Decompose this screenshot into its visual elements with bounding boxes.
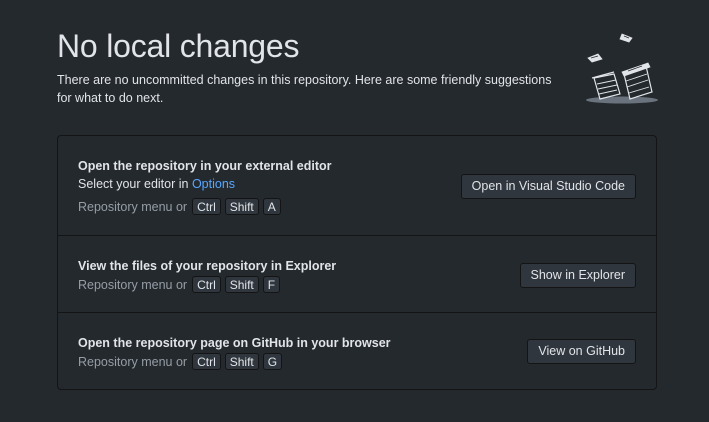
key-shift: Shift [224, 276, 259, 293]
key-ctrl: Ctrl [192, 198, 221, 215]
shortcut-hint: Repository menu or Ctrl Shift A [78, 198, 281, 215]
options-link[interactable]: Options [192, 177, 235, 191]
key-g: G [262, 353, 283, 370]
paper-stacks-icon [586, 33, 658, 104]
shortcut-hint: Repository menu or Ctrl Shift F [78, 276, 281, 293]
view-on-github-button[interactable]: View on GitHub [527, 339, 636, 364]
key-ctrl: Ctrl [192, 276, 221, 293]
no-changes-view: No local changes There are no uncommitte… [0, 0, 709, 422]
suggestion-view-github: Open the repository page on GitHub in yo… [58, 313, 656, 389]
suggestion-show-explorer: View the files of your repository in Exp… [58, 236, 656, 313]
key-f: F [262, 276, 281, 293]
suggestion-title: Open the repository in your external edi… [78, 159, 332, 173]
key-shift: Shift [224, 353, 259, 370]
key-shift: Shift [224, 198, 259, 215]
key-a: A [262, 198, 281, 215]
page-title: No local changes [57, 28, 300, 64]
shortcut-prefix: Repository menu or [78, 199, 188, 214]
suggestion-open-editor: Open the repository in your external edi… [58, 136, 656, 236]
shortcut-prefix: Repository menu or [78, 354, 188, 369]
shortcut-hint: Repository menu or Ctrl Shift G [78, 353, 283, 370]
suggestions-card: Open the repository in your external edi… [57, 135, 657, 390]
page-subtitle: There are no uncommitted changes in this… [57, 73, 552, 105]
shortcut-prefix: Repository menu or [78, 277, 188, 292]
key-ctrl: Ctrl [192, 353, 221, 370]
description-text: Select your editor in [78, 177, 192, 191]
suggestion-title: View the files of your repository in Exp… [78, 259, 337, 273]
open-in-editor-button[interactable]: Open in Visual Studio Code [460, 174, 636, 199]
suggestion-title: Open the repository page on GitHub in yo… [78, 336, 391, 350]
show-in-explorer-button[interactable]: Show in Explorer [519, 263, 636, 288]
suggestion-description: Select your editor in Options [78, 177, 235, 191]
